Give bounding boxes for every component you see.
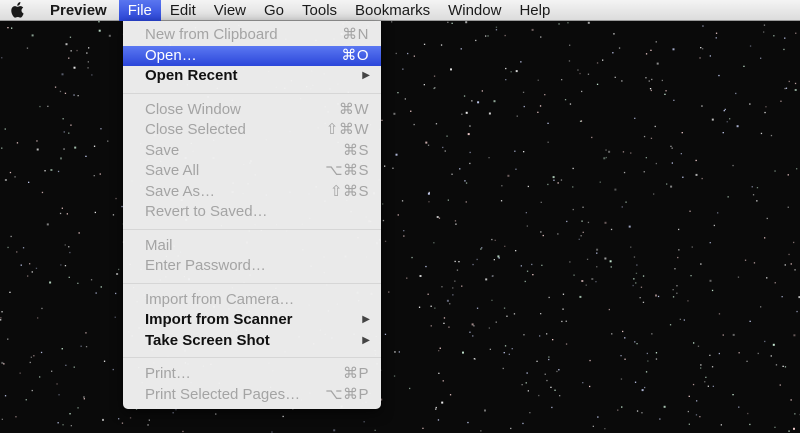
menu-item-label: Close Selected	[145, 121, 246, 138]
starfield-wallpaper	[0, 0, 800, 433]
menu-item-print[interactable]: Print… ⌘P	[123, 364, 381, 385]
menu-item-label: Import from Scanner	[145, 311, 293, 328]
menu-go[interactable]: Go	[255, 0, 293, 21]
menu-item-mail[interactable]: Mail	[123, 236, 381, 257]
menu-item-shortcut: ⌘N	[342, 26, 369, 43]
menu-item-open[interactable]: Open… ⌘O	[123, 45, 381, 66]
menu-preview[interactable]: Preview	[34, 0, 119, 21]
menu-item-label: Close Window	[145, 100, 241, 118]
menu-item-save-as[interactable]: Save As… ⇧⌘S	[123, 182, 381, 203]
menu-item-take-screen-shot[interactable]: Take Screen Shot ▶	[123, 331, 381, 352]
menu-item-label: Print Selected Pages…	[145, 385, 301, 403]
menu-bar: Preview File Edit View Go Tools Bookmarks Windo…	[0, 0, 800, 21]
menu-item-label: Open Recent	[145, 67, 238, 84]
submenu-arrow-icon: ▶	[362, 314, 370, 325]
menu-separator	[123, 92, 381, 94]
menu-item-close-selected[interactable]: Close Selected ⇧⌘W	[123, 120, 381, 141]
menu-item-new-from-clipboard[interactable]: New from Clipboard ⌘N	[123, 25, 381, 46]
menu-item-shortcut: ⌘W	[338, 100, 369, 118]
menu-file[interactable]: File	[118, 0, 161, 21]
menu-item-label: Save	[145, 141, 180, 159]
menu-item-shortcut: ⌘O	[341, 46, 369, 64]
submenu-arrow-icon: ▶	[362, 70, 370, 81]
menu-window[interactable]: Window	[439, 0, 510, 21]
menu-item-shortcut: ⌘S	[342, 141, 369, 159]
menu-item-open-recent[interactable]: Open Recent ▶	[123, 66, 381, 87]
menu-item-save-all[interactable]: Save All ⌥⌘S	[123, 161, 381, 182]
menu-item-label: Take Screen Shot	[145, 331, 270, 349]
menu-item-label: Mail	[145, 236, 173, 254]
menu-item-shortcut: ⌥⌘P	[325, 385, 369, 403]
menu-separator	[123, 357, 381, 358]
file-menu-dropdown: New from Clipboard ⌘N Open… ⌘O Open Recent ▶ C…	[123, 21, 381, 409]
menu-item-label: Save As…	[145, 182, 216, 200]
menu-item-label: Print…	[145, 365, 191, 382]
menu-item-label: Import from Camera…	[145, 290, 295, 308]
apple-logo-icon[interactable]	[0, 0, 34, 21]
menu-bookmarks[interactable]: Bookmarks	[346, 0, 439, 21]
menu-item-label: Enter Password…	[145, 257, 266, 274]
menu-item-enter-password[interactable]: Enter Password…	[123, 256, 381, 277]
menu-item-print-selected-pages[interactable]: Print Selected Pages… ⌥⌘P	[123, 385, 381, 406]
menu-item-revert-to-saved[interactable]: Revert to Saved…	[123, 202, 381, 223]
menu-view[interactable]: View	[205, 0, 255, 21]
menu-item-shortcut: ⌘P	[342, 365, 369, 382]
menu-item-shortcut: ⌥⌘S	[325, 162, 369, 179]
menu-item-label: Save All	[145, 162, 200, 179]
menu-item-shortcut: ⇧⌘S	[329, 182, 369, 200]
menu-item-shortcut: ⇧⌘W	[325, 121, 369, 138]
menu-edit[interactable]: Edit	[161, 0, 205, 21]
menu-item-close-window[interactable]: Close Window ⌘W	[123, 100, 381, 121]
menu-item-import-from-scanner[interactable]: Import from Scanner ▶	[123, 310, 381, 331]
desktop-background	[0, 0, 800, 433]
menu-item-label: Open…	[145, 46, 197, 64]
menu-separator	[123, 228, 381, 230]
submenu-arrow-icon: ▶	[362, 334, 370, 346]
menu-help[interactable]: Help	[510, 0, 559, 21]
menu-item-label: Revert to Saved…	[145, 203, 268, 220]
menu-separator	[123, 282, 381, 284]
menu-item-label: New from Clipboard	[145, 26, 278, 43]
menu-item-save[interactable]: Save ⌘S	[123, 141, 381, 162]
menu-item-import-from-camera[interactable]: Import from Camera…	[123, 290, 381, 311]
menu-tools[interactable]: Tools	[293, 0, 346, 21]
